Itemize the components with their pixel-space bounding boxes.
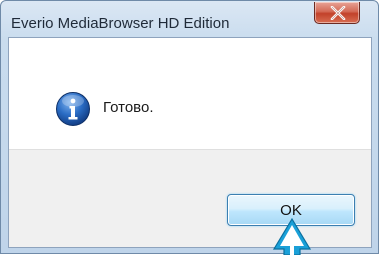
close-button[interactable] bbox=[314, 2, 360, 24]
close-icon bbox=[330, 6, 346, 20]
dialog-window: Everio MediaBrowser HD Edition Готово. O… bbox=[0, 0, 379, 255]
message-area: Готово. bbox=[9, 38, 371, 149]
arrow-pointer-icon bbox=[272, 217, 312, 255]
dialog-client-area: Готово. OK bbox=[8, 37, 372, 248]
info-icon bbox=[56, 92, 90, 126]
window-title: Everio MediaBrowser HD Edition bbox=[11, 15, 230, 32]
button-bar: OK bbox=[9, 149, 371, 247]
message-text: Готово. bbox=[103, 99, 154, 116]
title-bar[interactable]: Everio MediaBrowser HD Edition bbox=[1, 1, 378, 37]
